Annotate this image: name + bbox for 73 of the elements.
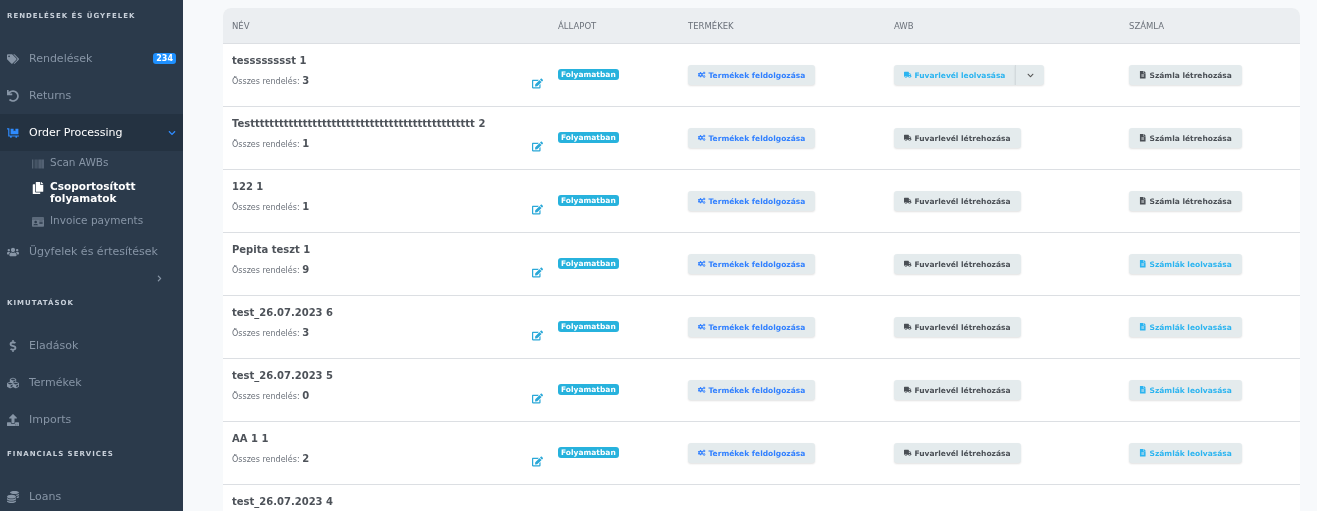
gears-icon — [698, 197, 706, 205]
nav-item[interactable]: Ügyfelek és értesítések — [0, 233, 183, 270]
column-header: TERMÉKEK — [687, 20, 735, 31]
order-total: Összes rendelés: 2 — [232, 453, 311, 464]
order-total: Összes rendelés: 3 — [232, 75, 311, 86]
order-total: Összes rendelés: 1 — [232, 201, 311, 212]
group-name: Testtttttttttttttttttttttttttttttttttttttttttttttt 2 — [232, 118, 487, 129]
group-name: Pepita teszt 1 — [232, 244, 312, 255]
document-icon — [1139, 449, 1147, 457]
hand-truck-icon — [7, 126, 19, 139]
upload-icon — [7, 413, 19, 426]
nav-item[interactable]: Imports — [0, 401, 183, 438]
truck-icon — [904, 71, 912, 79]
document-icon — [1139, 323, 1147, 331]
boxes-icon — [7, 376, 19, 389]
gears-icon — [698, 449, 706, 457]
count-badge: 234 — [153, 53, 176, 64]
order-total: Összes rendelés: 3 — [232, 327, 311, 338]
edit-icon[interactable] — [532, 267, 543, 278]
column-header: ÁLLAPOT — [558, 20, 598, 31]
document-icon — [1139, 260, 1147, 268]
dropdown-caret-button[interactable] — [1015, 65, 1045, 85]
chevron-right-icon[interactable] — [156, 275, 163, 282]
group-name: test_26.07.2023 6 — [232, 307, 334, 318]
group-name: test_26.07.2023 4 — [232, 496, 334, 507]
column-header: NÉV — [231, 20, 251, 31]
order-total: Összes rendelés: 1 — [232, 138, 311, 149]
order-total: Összes rendelés: 9 — [232, 264, 311, 275]
group-name: 122 1 — [232, 181, 265, 192]
group-name: AA 1 1 — [232, 433, 270, 444]
gears-icon — [698, 260, 706, 268]
dollar-icon — [7, 339, 19, 352]
group-name: test_26.07.2023 5 — [232, 370, 334, 381]
edit-icon[interactable] — [532, 204, 543, 215]
gears-icon — [698, 134, 706, 142]
edit-icon[interactable] — [532, 141, 543, 152]
document-icon — [1139, 134, 1147, 142]
coins-icon — [7, 490, 19, 503]
edit-icon[interactable] — [532, 393, 543, 404]
edit-icon[interactable] — [532, 78, 543, 89]
truck-icon — [904, 386, 912, 394]
truck-icon — [904, 197, 912, 205]
column-header: SZÁMLA — [1128, 20, 1166, 31]
undo-icon — [7, 89, 19, 102]
nav-item[interactable]: Returns — [0, 77, 183, 114]
gears-icon — [698, 386, 706, 394]
column-header: AWB — [893, 20, 915, 31]
edit-icon[interactable] — [532, 330, 543, 341]
nav-subitem[interactable]: Scan AWBs — [0, 151, 183, 175]
caret-icon — [1026, 71, 1034, 79]
edit-icon[interactable] — [532, 456, 543, 467]
nav-item[interactable]: Loans — [0, 478, 183, 511]
truck-icon — [904, 449, 912, 457]
id-card-icon — [32, 214, 44, 228]
users-icon — [7, 245, 19, 258]
nav-item[interactable]: Rendelések 234 — [0, 40, 183, 77]
nav-subitem[interactable]: Csoportosított folyamatok — [0, 175, 183, 209]
order-total: Összes rendelés: 0 — [232, 390, 311, 401]
document-icon — [1139, 197, 1147, 205]
nav-item[interactable]: Eladások — [0, 327, 183, 364]
gears-icon — [698, 323, 706, 331]
tags-icon — [7, 52, 19, 65]
document-icon — [1139, 71, 1147, 79]
nav-item[interactable]: Order Processing — [0, 114, 183, 151]
document-icon — [1139, 386, 1147, 394]
truck-icon — [904, 323, 912, 331]
gears-icon — [698, 71, 706, 79]
nav-subitem[interactable]: Invoice payments — [0, 209, 183, 233]
truck-icon — [904, 134, 912, 142]
nav-item[interactable]: Termékek — [0, 364, 183, 401]
truck-icon — [904, 260, 912, 268]
group-name: tesssssssst 1 — [232, 55, 308, 66]
copy-icon — [32, 180, 44, 194]
